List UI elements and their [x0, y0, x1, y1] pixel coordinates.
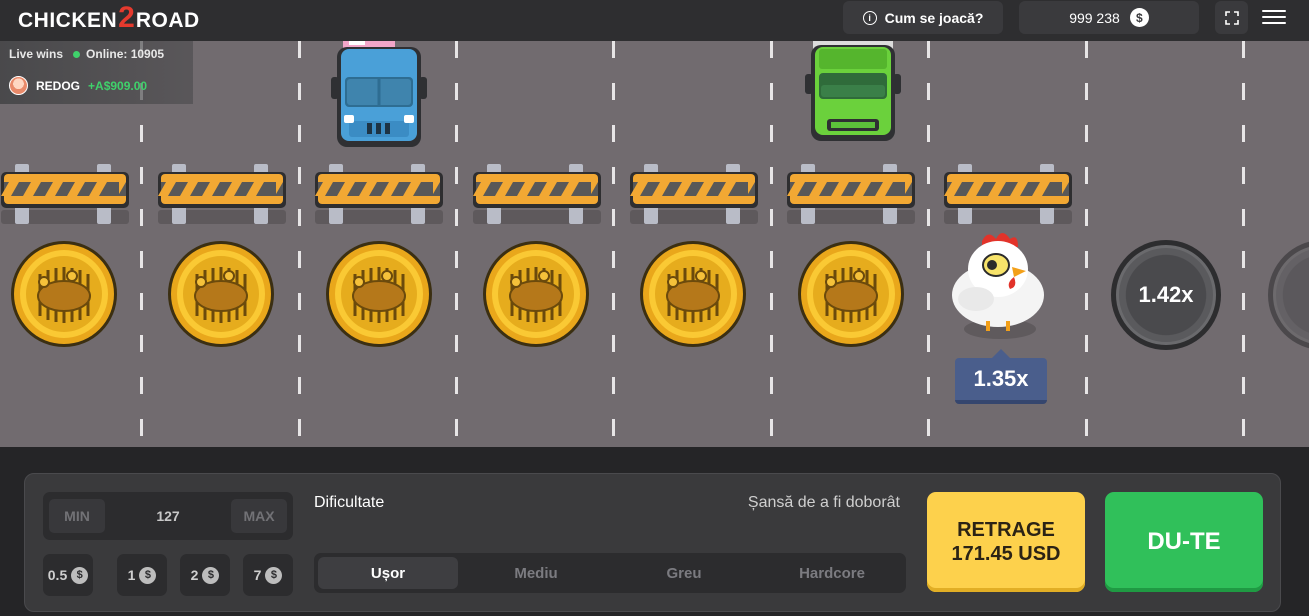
road-barrier	[158, 164, 286, 224]
how-to-play-button[interactable]: i Cum se joacă?	[843, 1, 1003, 34]
bet-min-button[interactable]: MIN	[49, 499, 105, 533]
fullscreen-button[interactable]	[1215, 1, 1248, 34]
live-win-item: REDOG +A$909.00	[9, 76, 147, 95]
balance-value: 999 238	[1069, 9, 1120, 26]
cashout-label: RETRAGE	[957, 519, 1055, 541]
live-wins-header: Live wins Online: 10905	[9, 47, 164, 61]
next-multiplier-manhole[interactable]: 1.42x	[1111, 240, 1221, 350]
live-wins-title: Live wins	[9, 47, 64, 61]
online-count-text: Online: 10905	[86, 47, 165, 61]
road-barrier	[1, 164, 129, 224]
chip-value: 2	[190, 567, 199, 583]
live-wins-panel: Live wins Online: 10905 REDOG +A$909.00	[0, 41, 193, 104]
lane-divider	[1242, 41, 1245, 447]
go-label: DU-TE	[1147, 528, 1221, 555]
tab-hardcore[interactable]: Hardcore	[762, 557, 902, 589]
how-to-play-label: Cum se joacă?	[884, 9, 984, 26]
dollar-coin-icon: $	[202, 566, 220, 584]
game-app: 1.35x 1.42x 1. Live wins Online: 10905 R…	[0, 0, 1309, 616]
game-logo: CHICKEN 2 ROAD	[18, 1, 200, 36]
lane-divider	[1085, 41, 1088, 447]
gold-coin-icon	[483, 241, 589, 347]
blue-truck	[331, 41, 427, 147]
chip-button-7[interactable]: 7 $	[243, 554, 293, 596]
difficulty-tabs: Ușor Mediu Greu Hardcore	[314, 553, 906, 593]
tab-medium[interactable]: Mediu	[466, 557, 606, 589]
gold-coin-icon	[798, 241, 904, 347]
green-truck	[805, 41, 901, 141]
online-count: Online: 10905	[73, 47, 164, 61]
lane-divider	[298, 41, 301, 447]
control-area: MIN 127 MAX 0.5 $ 1 $ 2 $ 7 $ Dificultate Șa…	[0, 447, 1309, 616]
tab-hard[interactable]: Greu	[614, 557, 754, 589]
manhole-cover-icon: 1.	[1273, 245, 1309, 345]
road-barrier	[944, 164, 1072, 224]
gold-coin-icon	[11, 241, 117, 347]
road-barrier	[630, 164, 758, 224]
menu-button[interactable]	[1262, 6, 1286, 28]
road-barrier	[787, 164, 915, 224]
gold-coin-icon	[640, 241, 746, 347]
current-multiplier-value: 1.35x	[973, 366, 1029, 391]
road-barrier	[315, 164, 443, 224]
current-multiplier-badge: 1.35x	[955, 349, 1047, 404]
lane-divider	[612, 41, 615, 447]
manhole-cover-icon: 1.42x	[1116, 245, 1216, 345]
dollar-coin-icon: $	[139, 566, 157, 584]
balance-display: 999 238 $	[1019, 1, 1199, 34]
chicken-icon	[952, 233, 1044, 339]
hit-chance-label: Șansă de a fi doborât	[747, 494, 900, 511]
avatar	[9, 76, 28, 95]
bet-amount-box: MIN 127 MAX	[43, 492, 293, 540]
future-multiplier-manhole: 1.	[1268, 240, 1309, 350]
cashout-button[interactable]: RETRAGE 171.45 USD	[927, 492, 1085, 592]
chip-button-2[interactable]: 2 $	[180, 554, 230, 596]
dollar-coin-icon: $	[71, 566, 89, 584]
cashout-amount: 171.45 USD	[951, 543, 1061, 565]
gold-coin-icon	[168, 241, 274, 347]
logo-text-two: 2	[118, 1, 135, 34]
bet-max-button[interactable]: MAX	[231, 499, 287, 533]
win-username: REDOG	[36, 78, 81, 93]
logo-text-road: ROAD	[135, 9, 200, 32]
bet-amount-input[interactable]: 127	[113, 499, 223, 533]
go-button[interactable]: DU-TE	[1105, 492, 1263, 592]
chip-value: 7	[253, 567, 262, 583]
dollar-coin-icon: $	[1129, 8, 1149, 27]
tab-easy[interactable]: Ușor	[318, 557, 458, 589]
fullscreen-icon	[1224, 10, 1239, 25]
lane-divider	[455, 41, 458, 447]
logo-text-chicken: CHICKEN	[18, 9, 118, 32]
menu-line	[1262, 22, 1286, 24]
info-icon: i	[862, 10, 877, 25]
chip-button-1[interactable]: 1 $	[117, 554, 167, 596]
top-bar: CHICKEN 2 ROAD i Cum se joacă? 999 238 $	[0, 0, 1309, 41]
win-amount: +A$909.00	[88, 78, 148, 93]
road-barrier	[473, 164, 601, 224]
dollar-coin-icon: $	[265, 566, 283, 584]
difficulty-label: Dificultate	[314, 494, 385, 511]
menu-line	[1262, 10, 1286, 12]
chip-button-0.5[interactable]: 0.5 $	[43, 554, 93, 596]
gold-coin-icon	[326, 241, 432, 347]
lane-divider	[927, 41, 930, 447]
online-dot-icon	[73, 51, 81, 58]
chip-value: 0.5	[47, 567, 68, 583]
road: 1.35x 1.42x 1.	[0, 41, 1309, 447]
lane-divider	[770, 41, 773, 447]
menu-line	[1262, 16, 1286, 18]
control-panel: MIN 127 MAX 0.5 $ 1 $ 2 $ 7 $ Dificultate Șa…	[24, 473, 1281, 612]
chip-value: 1	[127, 567, 136, 583]
next-multiplier-value: 1.42x	[1138, 282, 1194, 307]
